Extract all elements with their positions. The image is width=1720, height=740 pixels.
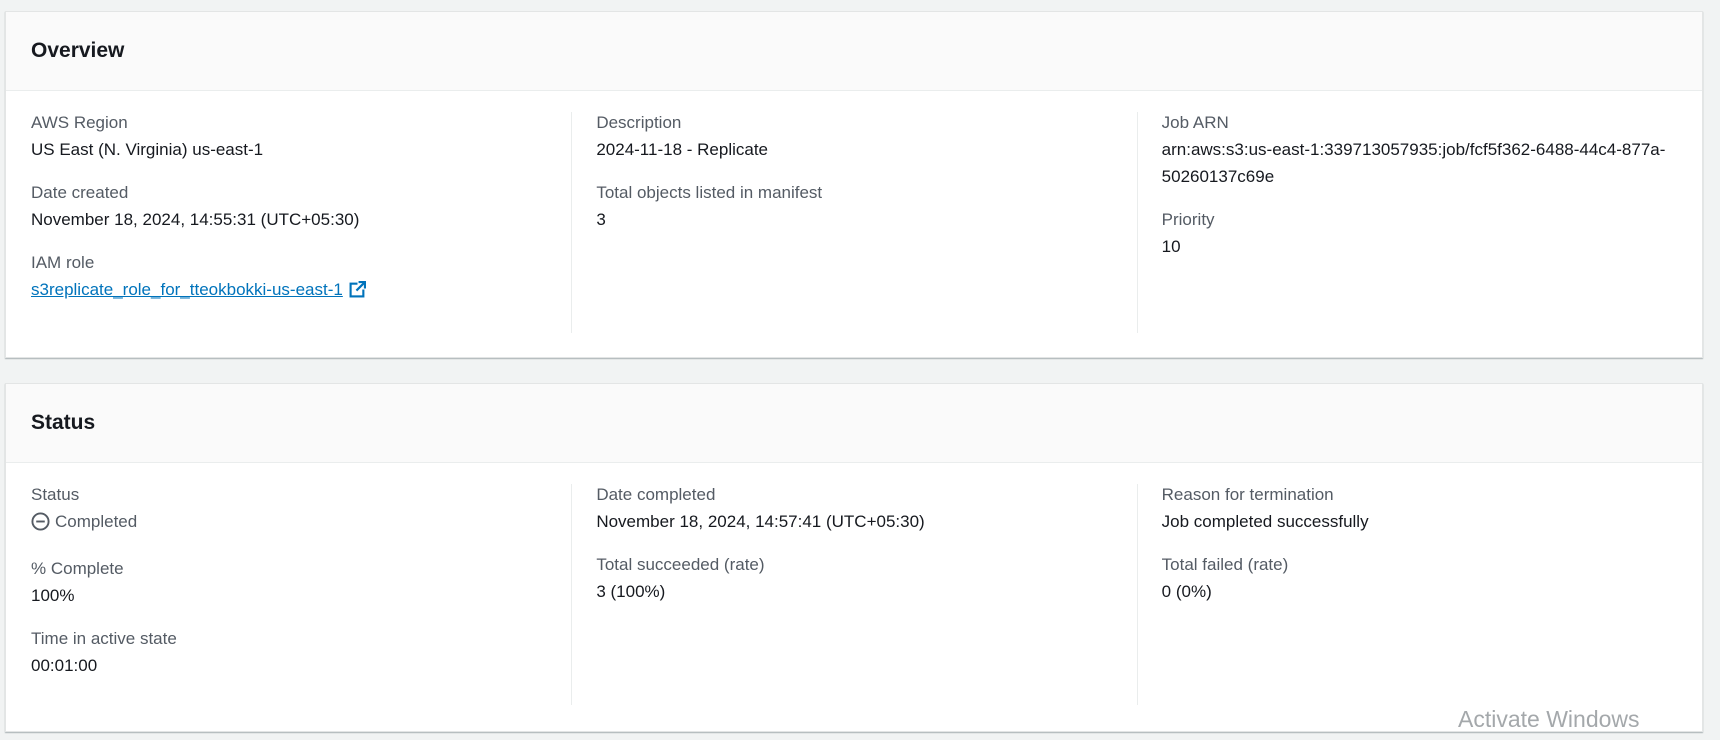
- overview-header: Overview: [6, 12, 1702, 91]
- job-arn-label: Job ARN: [1161, 113, 1229, 132]
- date-created-label: Date created: [31, 183, 129, 202]
- total-succeeded-field: Total succeeded (rate) 3 (100%): [596, 554, 1116, 605]
- status-column-1: Status Completed % Complete 100% Time in: [6, 484, 571, 698]
- status-header: Status: [6, 384, 1702, 463]
- description-label: Description: [596, 113, 682, 132]
- total-failed-label: Total failed (rate): [1161, 555, 1289, 574]
- overview-panel: Overview AWS Region US East (N. Virginia…: [5, 11, 1703, 358]
- total-objects-label: Total objects listed in manifest: [596, 183, 823, 202]
- job-arn-value: arn:aws:s3:us-east-1:339713057935:job/fc…: [1161, 140, 1666, 186]
- reason-termination-label: Reason for termination: [1161, 485, 1334, 504]
- minus-circle-icon: [31, 512, 50, 531]
- status-body: Status Completed % Complete 100% Time in: [6, 463, 1702, 705]
- total-objects-value: 3: [596, 210, 606, 229]
- overview-column-3: Job ARN arn:aws:s3:us-east-1:33971305793…: [1136, 112, 1702, 333]
- time-active-value: 00:01:00: [31, 656, 98, 675]
- overview-column-1: AWS Region US East (N. Virginia) us-east…: [6, 112, 571, 322]
- overview-body: AWS Region US East (N. Virginia) us-east…: [6, 91, 1702, 333]
- aws-region-field: AWS Region US East (N. Virginia) us-east…: [31, 112, 551, 163]
- status-field: Status Completed: [31, 484, 551, 539]
- reason-termination-value: Job completed successfully: [1161, 512, 1369, 531]
- percent-complete-field: % Complete 100%: [31, 558, 551, 609]
- status-value-wrapper: Completed: [31, 508, 551, 539]
- status-label: Status: [31, 485, 80, 504]
- iam-role-field: IAM role s3replicate_role_for_tteokbokki…: [31, 252, 551, 303]
- total-succeeded-value: 3 (100%): [596, 582, 666, 601]
- total-failed-field: Total failed (rate) 0 (0%): [1162, 554, 1682, 605]
- date-created-field: Date created November 18, 2024, 14:55:31…: [31, 182, 551, 233]
- priority-value: 10: [1161, 237, 1181, 256]
- status-panel: Status Status Completed % Complete 100% …: [5, 383, 1703, 732]
- total-objects-field: Total objects listed in manifest 3: [596, 182, 1116, 233]
- percent-complete-label: % Complete: [31, 559, 124, 578]
- percent-complete-value: 100%: [31, 586, 75, 605]
- total-succeeded-label: Total succeeded (rate): [596, 555, 765, 574]
- overview-column-2: Description 2024-11-18 - Replicate Total…: [571, 112, 1136, 333]
- description-field: Description 2024-11-18 - Replicate: [596, 112, 1116, 163]
- priority-field: Priority 10: [1162, 209, 1682, 260]
- reason-termination-field: Reason for termination Job completed suc…: [1162, 484, 1682, 535]
- status-value-text: Completed: [55, 512, 138, 531]
- status-column-3: Reason for termination Job completed suc…: [1136, 484, 1702, 705]
- description-value: 2024-11-18 - Replicate: [596, 140, 769, 159]
- aws-region-label: AWS Region: [31, 113, 128, 132]
- iam-role-link-text[interactable]: s3replicate_role_for_tteokbokki-us-east-…: [31, 276, 343, 303]
- date-completed-label: Date completed: [596, 485, 716, 504]
- priority-label: Priority: [1161, 210, 1215, 229]
- time-active-label: Time in active state: [31, 629, 177, 648]
- iam-role-value-wrapper: s3replicate_role_for_tteokbokki-us-east-…: [31, 276, 551, 303]
- iam-role-link[interactable]: s3replicate_role_for_tteokbokki-us-east-…: [31, 276, 366, 303]
- total-failed-value: 0 (0%): [1161, 582, 1212, 601]
- date-completed-value: November 18, 2024, 14:57:41 (UTC+05:30): [596, 512, 925, 531]
- job-arn-field: Job ARN arn:aws:s3:us-east-1:33971305793…: [1162, 112, 1682, 190]
- iam-role-label: IAM role: [31, 253, 95, 272]
- status-column-2: Date completed November 18, 2024, 14:57:…: [571, 484, 1136, 705]
- external-link-icon[interactable]: [349, 281, 366, 298]
- overview-title: Overview: [31, 39, 125, 62]
- date-created-value: November 18, 2024, 14:55:31 (UTC+05:30): [31, 210, 360, 229]
- aws-region-value: US East (N. Virginia) us-east-1: [31, 140, 264, 159]
- date-completed-field: Date completed November 18, 2024, 14:57:…: [596, 484, 1116, 535]
- status-indicator: Completed: [31, 508, 137, 535]
- activate-windows-watermark: Activate Windows: [1458, 706, 1640, 732]
- time-active-field: Time in active state 00:01:00: [31, 628, 551, 679]
- status-title: Status: [31, 411, 96, 434]
